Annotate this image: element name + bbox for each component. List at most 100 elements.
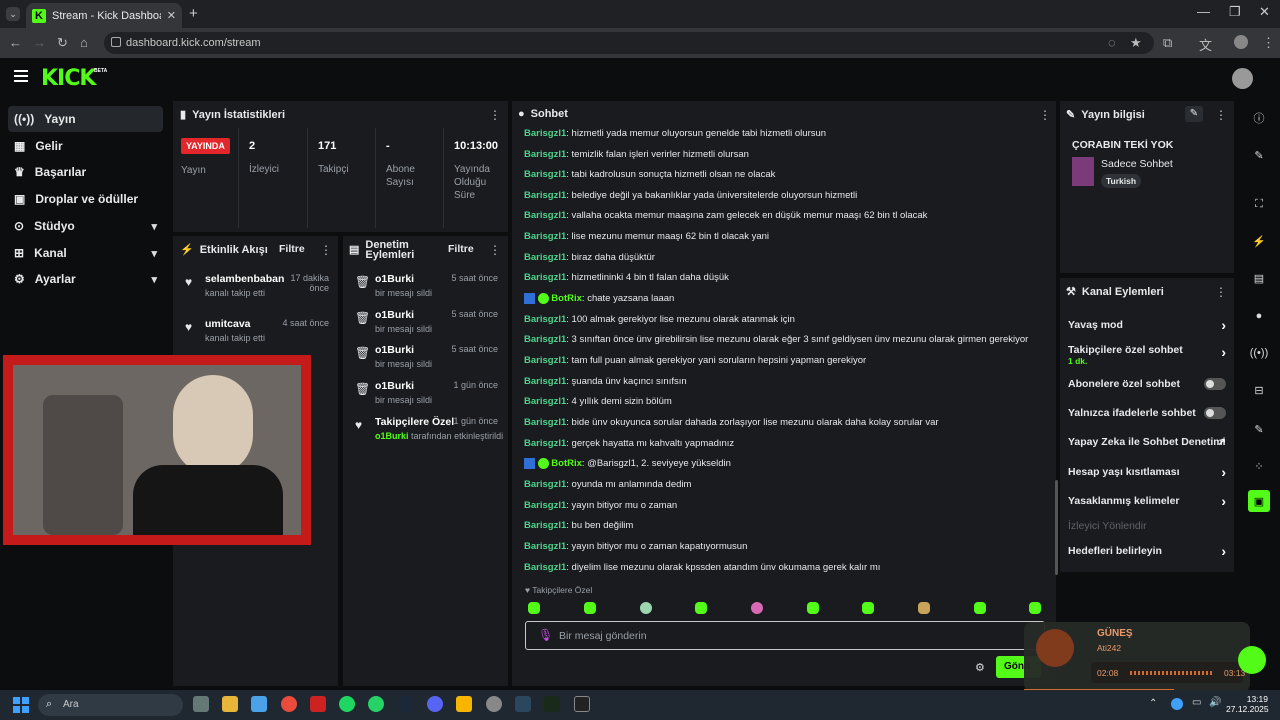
chat-username[interactable]: BotRix (551, 293, 582, 304)
home-button[interactable]: ⌂ (80, 35, 88, 50)
stats-menu-icon[interactable]: ⋮ (489, 108, 501, 122)
sidebar-item-basarilar[interactable]: ♛ Başarılar (8, 159, 163, 185)
chat-input[interactable]: 🎙 Bir mesaj gönderin (525, 621, 1045, 650)
chat-username[interactable]: Barisgzl1 (524, 520, 566, 531)
chat-username[interactable]: Barisgzl1 (524, 128, 566, 139)
emote-icon[interactable] (974, 602, 986, 614)
goals-row[interactable]: Hedefleri belirleyin › (1068, 543, 1226, 559)
tray-app-icon[interactable] (1171, 698, 1183, 710)
chat-username[interactable]: Barisgzl1 (524, 541, 566, 552)
app-icon[interactable] (486, 696, 502, 712)
emote-icon[interactable] (640, 602, 652, 614)
sidebar-item-droplar[interactable]: ▣ Droplar ve ödüller (8, 186, 163, 212)
chat-menu-icon[interactable]: ⋮ (1039, 108, 1051, 122)
volume-icon[interactable]: 🔊 (1209, 697, 1221, 708)
kick-bot-icon[interactable]: ▣ (1248, 490, 1270, 512)
stream-category[interactable]: Sadece Sohbet (1101, 158, 1173, 170)
back-button[interactable]: ← (9, 35, 22, 50)
chat-username[interactable]: Barisgzl1 (524, 190, 566, 201)
chat-username[interactable]: Barisgzl1 (524, 169, 566, 180)
chat-username[interactable]: Barisgzl1 (524, 562, 566, 573)
minimize-button[interactable]: — (1197, 4, 1210, 19)
sidebar-item-studyo[interactable]: ⊙ Stüdyo ▾ (8, 213, 163, 239)
edit-stream-info-button[interactable]: ✎ (1185, 106, 1203, 122)
chat-username[interactable]: Barisgzl1 (524, 314, 566, 325)
subscribers-only-toggle[interactable] (1204, 378, 1226, 390)
steam-icon[interactable] (515, 696, 531, 712)
activity-menu-icon[interactable]: ⋮ (320, 243, 332, 257)
chat-username[interactable]: BotRix (551, 458, 582, 469)
bookmark-star-icon[interactable]: ★ (1130, 35, 1142, 51)
kick-logo[interactable]: KICK (41, 66, 96, 91)
emote-icon[interactable] (862, 602, 874, 614)
chrome-icon[interactable] (281, 696, 297, 712)
whatsapp-icon[interactable] (368, 696, 384, 712)
file-explorer-icon[interactable] (222, 696, 238, 712)
tracking-eye-icon[interactable]: ◌ (1108, 35, 1116, 50)
store-icon[interactable] (251, 696, 267, 712)
account-age-row[interactable]: Hesap yaşı kısıtlaması › (1068, 464, 1226, 480)
tray-chevron-icon[interactable]: ⌃ (1149, 698, 1157, 709)
stream-info-menu-icon[interactable]: ⋮ (1215, 108, 1227, 122)
emote-icon[interactable] (584, 602, 596, 614)
sidebar-item-gelir[interactable]: ▦ Gelir (8, 133, 163, 159)
chat-username[interactable]: Barisgzl1 (524, 334, 566, 345)
profile-avatar[interactable] (1234, 35, 1248, 49)
forward-button[interactable]: → (33, 35, 46, 50)
wrench-icon[interactable]: ✎ (1248, 418, 1270, 440)
moderation-menu-icon[interactable]: ⋮ (489, 243, 501, 257)
network-icon[interactable]: ▭ (1192, 697, 1201, 708)
document-icon[interactable]: ▤ (1248, 267, 1270, 289)
moderation-icon[interactable]: ⊟ (1248, 379, 1270, 401)
info-icon[interactable]: ⓘ (1248, 107, 1270, 129)
spotify-icon[interactable] (339, 696, 355, 712)
browser-menu-icon[interactable]: ⋮ (1262, 35, 1275, 51)
hamburger-menu-icon[interactable] (14, 70, 28, 82)
event-user-link[interactable]: o1Burki (375, 431, 409, 441)
chat-username[interactable]: Barisgzl1 (524, 396, 566, 407)
chat-username[interactable]: Barisgzl1 (524, 355, 566, 366)
tab-close-icon[interactable]: ✕ (167, 9, 176, 22)
emote-icon[interactable] (751, 602, 763, 614)
app-icon[interactable] (310, 696, 326, 712)
chat-username[interactable]: Barisgzl1 (524, 438, 566, 449)
url-field[interactable]: dashboard.kick.com/stream (104, 32, 1154, 54)
epic-games-icon[interactable] (574, 696, 590, 712)
chat-username[interactable]: Barisgzl1 (524, 479, 566, 490)
chat-username[interactable]: Barisgzl1 (524, 149, 566, 160)
taskbar-search-input[interactable]: ⌕ Ara (38, 694, 183, 716)
microphone-icon[interactable]: 🎙 (538, 628, 553, 642)
followers-only-row[interactable]: Takipçilere özel sohbet 1 dk. › (1068, 344, 1226, 366)
emote-icon[interactable] (918, 602, 930, 614)
discord-icon[interactable] (427, 696, 443, 712)
slow-mode-row[interactable]: Yavaş mod › (1068, 317, 1226, 333)
sidebar-item-kanal[interactable]: ⊞ Kanal ▾ (8, 240, 163, 266)
moderation-filter-button[interactable]: Filtre (448, 243, 474, 255)
new-tab-button[interactable]: + (189, 5, 198, 22)
edit-icon[interactable]: ✎ (1248, 144, 1270, 166)
taskbar-clock[interactable]: 13:19 27.12.2025 (1226, 694, 1269, 714)
apps-icon[interactable]: ⁘ (1248, 455, 1270, 477)
activity-filter-button[interactable]: Filtre (279, 243, 305, 255)
chat-username[interactable]: Barisgzl1 (524, 252, 566, 263)
emote-icon[interactable] (807, 602, 819, 614)
sidebar-item-ayarlar[interactable]: ⚙ Ayarlar ▾ (8, 266, 163, 292)
extensions-icon[interactable]: ⧉ (1163, 35, 1172, 51)
sidebar-item-yayin[interactable]: ((•)) Yayın (8, 106, 163, 132)
emote-icon[interactable] (1029, 602, 1041, 614)
emote-icon[interactable] (695, 602, 707, 614)
bolt-icon[interactable]: ⚡ (1248, 230, 1270, 252)
tab-search-button[interactable]: ⌄ (6, 7, 20, 21)
task-view-icon[interactable] (193, 696, 209, 712)
channel-actions-menu-icon[interactable]: ⋮ (1215, 285, 1227, 299)
chat-username[interactable]: Barisgzl1 (524, 272, 566, 283)
chat-bubble-icon[interactable]: ● (1248, 305, 1270, 327)
chat-username[interactable]: Barisgzl1 (524, 417, 566, 428)
browser-tab[interactable]: K Stream - Kick Dashboard ✕ (26, 3, 182, 28)
windows-start-icon[interactable] (13, 697, 29, 713)
banned-words-row[interactable]: Yasaklanmış kelimeler › (1068, 493, 1226, 509)
chat-scrollbar[interactable] (1055, 480, 1058, 575)
chat-settings-gear-icon[interactable]: ⚙ (975, 661, 985, 674)
xbox-icon[interactable] (544, 696, 560, 712)
ai-moderation-row[interactable]: Yapay Zeka ile Sohbet Denetimi ↗ (1068, 436, 1226, 448)
